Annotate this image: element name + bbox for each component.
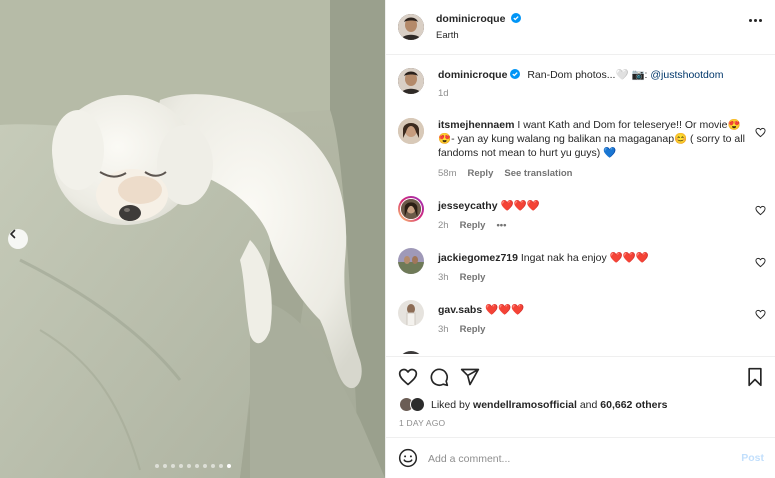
post-header: dominicroque Earth	[386, 0, 775, 55]
commenter-avatar-image	[398, 248, 424, 274]
comment-age[interactable]: 3h	[438, 324, 449, 335]
carousel-dot	[194, 464, 199, 468]
verified-badge-icon	[511, 13, 522, 23]
comments-list[interactable]: dominicroque Ran-Dom photos...🤍 📷: @just…	[386, 56, 775, 354]
comment-username[interactable]: itsmejhennaem	[438, 119, 514, 131]
commenter-avatar[interactable]	[398, 300, 424, 326]
liked-by-prefix: Liked by	[431, 399, 471, 411]
post-timestamp[interactable]: 1 DAY AGO	[399, 418, 445, 428]
comment-more-button[interactable]: •••	[496, 220, 506, 231]
more-options-button[interactable]	[749, 19, 762, 22]
comment-meta: 2h Reply •••	[438, 220, 506, 231]
comment-username[interactable]: gav.sabs	[438, 304, 482, 316]
carousel-dot	[154, 464, 159, 468]
caption-meta: 1d	[438, 88, 449, 99]
comment-age[interactable]: 2h	[438, 220, 449, 231]
post-photo[interactable]	[0, 0, 385, 478]
carousel-dot	[210, 464, 215, 468]
comment-username[interactable]: jesseycathy	[438, 200, 498, 212]
comment-row: gav.sabs ❤️❤️❤️ 3h Reply	[386, 300, 775, 344]
reply-button[interactable]: Reply	[460, 272, 486, 283]
comment-row: jackiegomez719 Ingat nak ha enjoy ❤️❤️❤️…	[386, 248, 775, 292]
emoji-icon[interactable]	[398, 448, 418, 468]
post-location[interactable]: Earth	[436, 30, 459, 41]
bookmark-icon[interactable]	[746, 367, 764, 387]
comment-like-heart-icon[interactable]	[755, 205, 766, 216]
see-translation-button[interactable]: See translation	[504, 168, 572, 179]
comment-like-heart-icon[interactable]	[755, 127, 766, 138]
author-avatar-image	[398, 14, 424, 40]
liked-by-avatars	[399, 397, 427, 413]
caption-avatar[interactable]	[398, 68, 424, 94]
comment-like-heart-icon[interactable]	[755, 309, 766, 320]
reply-button[interactable]: Reply	[467, 168, 493, 179]
comment-icon[interactable]	[429, 367, 449, 387]
comment-input[interactable]	[428, 449, 718, 469]
share-icon[interactable]	[460, 367, 480, 387]
caption-row: dominicroque Ran-Dom photos...🤍 📷: @just…	[386, 68, 775, 118]
comment-text: jesseycathy ❤️❤️❤️	[438, 199, 748, 213]
comment-text: gav.sabs ❤️❤️❤️	[438, 303, 748, 317]
commenter-avatar-image	[398, 118, 424, 144]
comment-meta: 3h Reply	[438, 324, 485, 335]
comment-age[interactable]: 3h	[438, 272, 449, 283]
reply-button[interactable]: Reply	[460, 220, 486, 231]
commenter-avatar[interactable]	[398, 118, 424, 144]
chevron-left-icon	[10, 229, 16, 239]
caption-age[interactable]: 1d	[438, 88, 449, 99]
author-avatar[interactable]	[398, 14, 424, 40]
caption-body: Ran-Dom photos...🤍 📷:	[527, 69, 651, 81]
dog-photo-illustration	[0, 0, 385, 478]
author-avatar-image	[398, 68, 424, 94]
carousel-dot	[226, 464, 231, 468]
post-side-panel: dominicroque Earth dominicroque Ran-Dom …	[385, 0, 775, 478]
comment-meta: 3h Reply	[438, 272, 485, 283]
carousel-dot	[202, 464, 207, 468]
comment-composer: Post	[386, 437, 775, 478]
comment-meta: 58m Reply See translation	[438, 168, 572, 179]
comment-body: ❤️❤️❤️	[500, 200, 540, 212]
author-username[interactable]: dominicroque	[436, 13, 505, 25]
carousel-dot	[218, 464, 223, 468]
likes-summary: Liked by wendellramosofficial and 60,662…	[399, 397, 667, 413]
verified-badge-icon	[510, 69, 521, 79]
caption-text: dominicroque Ran-Dom photos...🤍 📷: @just…	[438, 68, 748, 82]
carousel-dot	[186, 464, 191, 468]
comment-age[interactable]: 58m	[438, 168, 456, 179]
caption-mention-link[interactable]: @justshootdom	[650, 69, 723, 81]
comment-body: ❤️❤️❤️	[485, 304, 525, 316]
carousel-indicator	[0, 464, 385, 468]
liked-by-username[interactable]: wendellramosofficial	[473, 399, 577, 411]
comment-text: jackiegomez719 Ingat nak ha enjoy ❤️❤️❤️	[438, 251, 748, 265]
commenter-avatar-image	[398, 300, 424, 326]
carousel-prev-button[interactable]	[8, 229, 28, 249]
commenter-avatar[interactable]	[398, 351, 424, 354]
comment-row: jesseycathy ❤️❤️❤️ 2h Reply •••	[386, 196, 775, 240]
comment-text: itsmejhennaem I want Kath and Dom for te…	[438, 118, 748, 160]
carousel-dot	[178, 464, 183, 468]
post-comment-button[interactable]: Post	[741, 452, 764, 464]
comment-body: Ingat nak ha enjoy ❤️❤️❤️	[520, 252, 649, 264]
likes-count-link[interactable]: 60,662 others	[600, 399, 667, 411]
commenter-avatar[interactable]	[398, 248, 424, 274]
comment-like-heart-icon[interactable]	[755, 257, 766, 268]
carousel-dot	[162, 464, 167, 468]
reply-button[interactable]: Reply	[460, 324, 486, 335]
commenter-avatar-story[interactable]	[398, 196, 424, 222]
comment-username[interactable]: jackiegomez719	[438, 252, 518, 264]
comment-row: itsmejhennaem I want Kath and Dom for te…	[386, 118, 775, 186]
heart-icon[interactable]	[398, 367, 418, 387]
carousel-dot	[170, 464, 175, 468]
liked-by-middle: and	[579, 399, 598, 411]
post-actions-bar: Liked by wendellramosofficial and 60,662…	[386, 356, 775, 434]
caption-username[interactable]: dominicroque	[438, 69, 507, 81]
commenter-avatar-image	[400, 198, 422, 220]
